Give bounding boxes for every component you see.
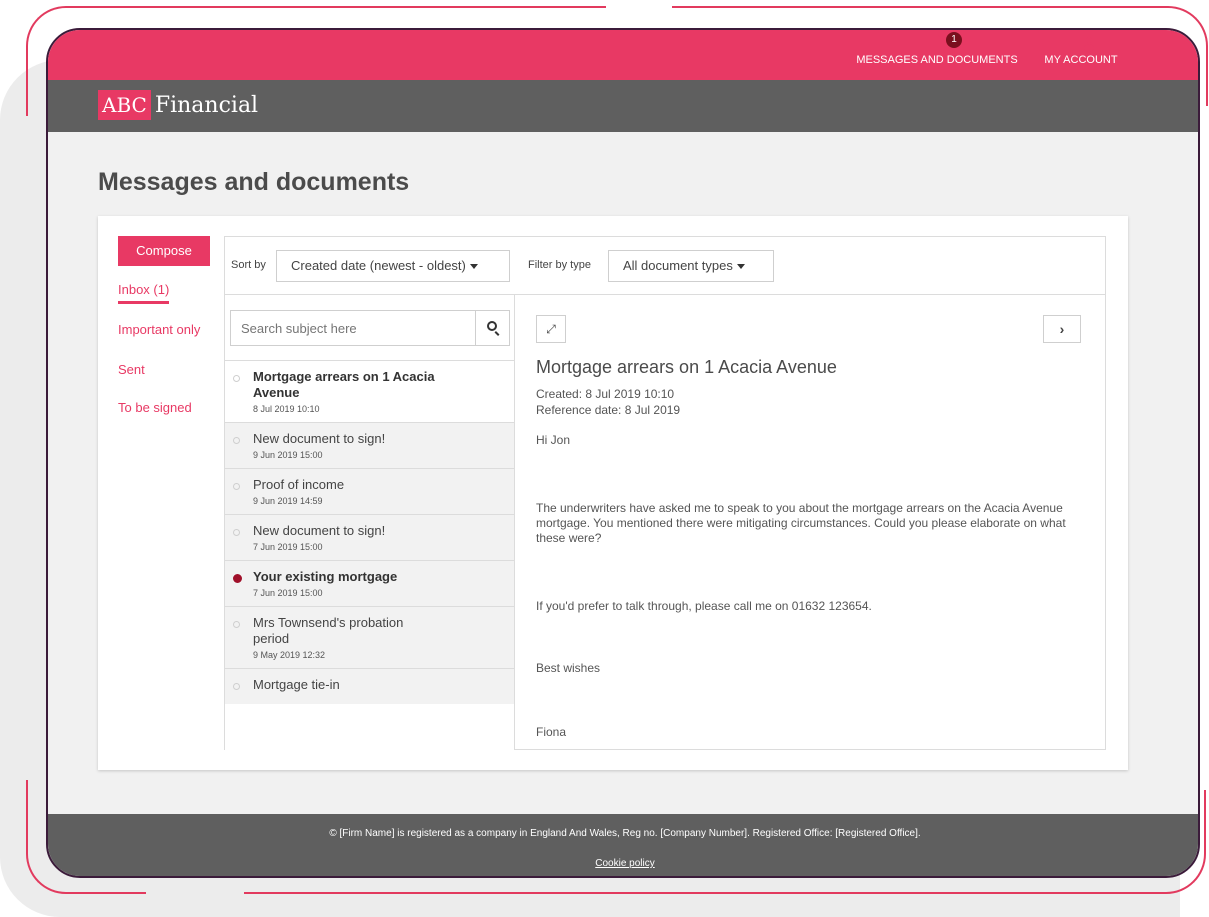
list-item[interactable]: New document to sign! 9 Jun 2019 15:00 bbox=[225, 422, 514, 468]
message-paragraph: If you'd prefer to talk through, please … bbox=[536, 599, 872, 613]
unread-dot-icon bbox=[233, 574, 242, 583]
message-signoff: Best wishes bbox=[536, 661, 601, 675]
list-item[interactable]: Mrs Townsend's probation period 9 May 20… bbox=[225, 606, 514, 668]
message-date: 9 Jun 2019 14:59 bbox=[253, 496, 323, 506]
app-window: 1 MESSAGES AND DOCUMENTS MY ACCOUNT ABC … bbox=[46, 28, 1200, 878]
my-account-link[interactable]: MY ACCOUNT bbox=[1036, 34, 1126, 66]
message-date: 7 Jun 2019 15:00 bbox=[253, 542, 323, 552]
cookie-policy-link[interactable]: Cookie policy bbox=[48, 858, 1198, 869]
filter-by-type-label: Filter by type bbox=[528, 259, 591, 271]
message-detail: ⤢ › Mortgage arrears on 1 Acacia Avenue … bbox=[516, 295, 1106, 750]
search-box bbox=[230, 310, 510, 346]
caret-down-icon bbox=[736, 264, 745, 270]
list-item[interactable]: Mortgage tie-in bbox=[225, 668, 514, 704]
read-status-icon bbox=[233, 437, 240, 444]
message-paragraph: The underwriters have asked me to speak … bbox=[536, 501, 1066, 545]
expand-button[interactable]: ⤢ bbox=[536, 315, 566, 343]
message-date: 7 Jun 2019 15:00 bbox=[253, 588, 323, 598]
search-button[interactable] bbox=[475, 311, 509, 345]
sidebar-item-inbox[interactable]: Inbox (1) bbox=[118, 282, 170, 304]
list-item[interactable]: Mortgage arrears on 1 Acacia Avenue 8 Ju… bbox=[225, 360, 514, 422]
message-subject: New document to sign! bbox=[253, 523, 386, 538]
message-greeting: Hi Jon bbox=[536, 433, 571, 447]
read-status-icon bbox=[233, 621, 240, 628]
message-date: 9 May 2019 12:32 bbox=[253, 650, 326, 660]
compose-button[interactable]: Compose bbox=[118, 236, 210, 266]
read-status-icon bbox=[233, 683, 240, 690]
envelope-icon: 1 bbox=[852, 32, 1022, 52]
read-status-icon bbox=[233, 529, 240, 536]
filter-by-type-value: All document types bbox=[623, 258, 733, 273]
reference-date: Reference date: 8 Jul 2019 bbox=[536, 403, 681, 417]
sidebar-item-to-be-signed[interactable]: To be signed bbox=[118, 400, 192, 415]
list-item[interactable]: New document to sign! 7 Jun 2019 15:00 bbox=[225, 514, 514, 560]
message-subject: Mortgage arrears on 1 Acacia Avenue bbox=[253, 369, 435, 400]
filter-by-type-dropdown[interactable]: All document types bbox=[608, 250, 774, 282]
top-nav-bar: 1 MESSAGES AND DOCUMENTS MY ACCOUNT bbox=[48, 30, 1198, 80]
read-status-icon bbox=[233, 375, 240, 382]
page-title: Messages and documents bbox=[98, 168, 410, 196]
sort-by-dropdown[interactable]: Created date (newest - oldest) bbox=[276, 250, 510, 282]
next-message-button[interactable]: › bbox=[1043, 315, 1081, 343]
my-account-label: MY ACCOUNT bbox=[1044, 54, 1118, 66]
filter-toolbar: Sort by Created date (newest - oldest) F… bbox=[225, 237, 1105, 295]
logo-text: Financial bbox=[154, 92, 259, 118]
messages-and-documents-label: MESSAGES AND DOCUMENTS bbox=[856, 54, 1018, 66]
message-date: 9 Jun 2019 15:00 bbox=[253, 450, 323, 460]
chevron-right-icon: › bbox=[1059, 321, 1065, 337]
messages-panel: Sort by Created date (newest - oldest) F… bbox=[224, 236, 1106, 750]
messages-card: Compose Inbox (1) Important only Sent To… bbox=[98, 216, 1128, 770]
expand-icon: ⤢ bbox=[546, 322, 556, 336]
message-subject: Mortgage tie-in bbox=[253, 677, 340, 692]
search-icon bbox=[487, 321, 497, 331]
message-signature: Fiona bbox=[536, 725, 567, 739]
logo[interactable]: ABC Financial bbox=[98, 90, 258, 120]
list-item[interactable]: Your existing mortgage 7 Jun 2019 15:00 bbox=[225, 560, 514, 606]
user-icon bbox=[1036, 34, 1126, 52]
list-item[interactable]: Proof of income 9 Jun 2019 14:59 bbox=[225, 468, 514, 514]
message-list-column: Mortgage arrears on 1 Acacia Avenue 8 Ju… bbox=[225, 295, 515, 750]
message-list: Mortgage arrears on 1 Acacia Avenue 8 Ju… bbox=[225, 360, 514, 704]
caret-down-icon bbox=[469, 264, 478, 270]
sidebar-item-important-only[interactable]: Important only bbox=[118, 322, 200, 337]
message-subject: Proof of income bbox=[253, 477, 345, 492]
read-status-icon bbox=[233, 483, 240, 490]
message-date: 8 Jul 2019 10:10 bbox=[253, 404, 320, 414]
brand-bar: ABC Financial bbox=[48, 80, 1198, 132]
footer-legal-text: © [Firm Name] is registered as a company… bbox=[329, 828, 921, 839]
search-input[interactable] bbox=[231, 311, 475, 345]
message-subject: New document to sign! bbox=[253, 431, 386, 446]
message-subject: Mrs Townsend's probation period bbox=[253, 615, 404, 646]
sort-by-label: Sort by bbox=[231, 259, 266, 271]
footer: © [Firm Name] is registered as a company… bbox=[48, 814, 1198, 876]
logo-mark: ABC bbox=[98, 90, 151, 120]
message-subject: Your existing mortgage bbox=[253, 569, 398, 584]
messages-and-documents-link[interactable]: 1 MESSAGES AND DOCUMENTS bbox=[852, 32, 1022, 66]
sort-by-value: Created date (newest - oldest) bbox=[291, 258, 466, 273]
message-title: Mortgage arrears on 1 Acacia Avenue bbox=[536, 357, 837, 377]
created-date: Created: 8 Jul 2019 10:10 bbox=[536, 387, 675, 401]
sidebar-item-sent[interactable]: Sent bbox=[118, 362, 145, 377]
unread-badge: 1 bbox=[946, 32, 962, 48]
